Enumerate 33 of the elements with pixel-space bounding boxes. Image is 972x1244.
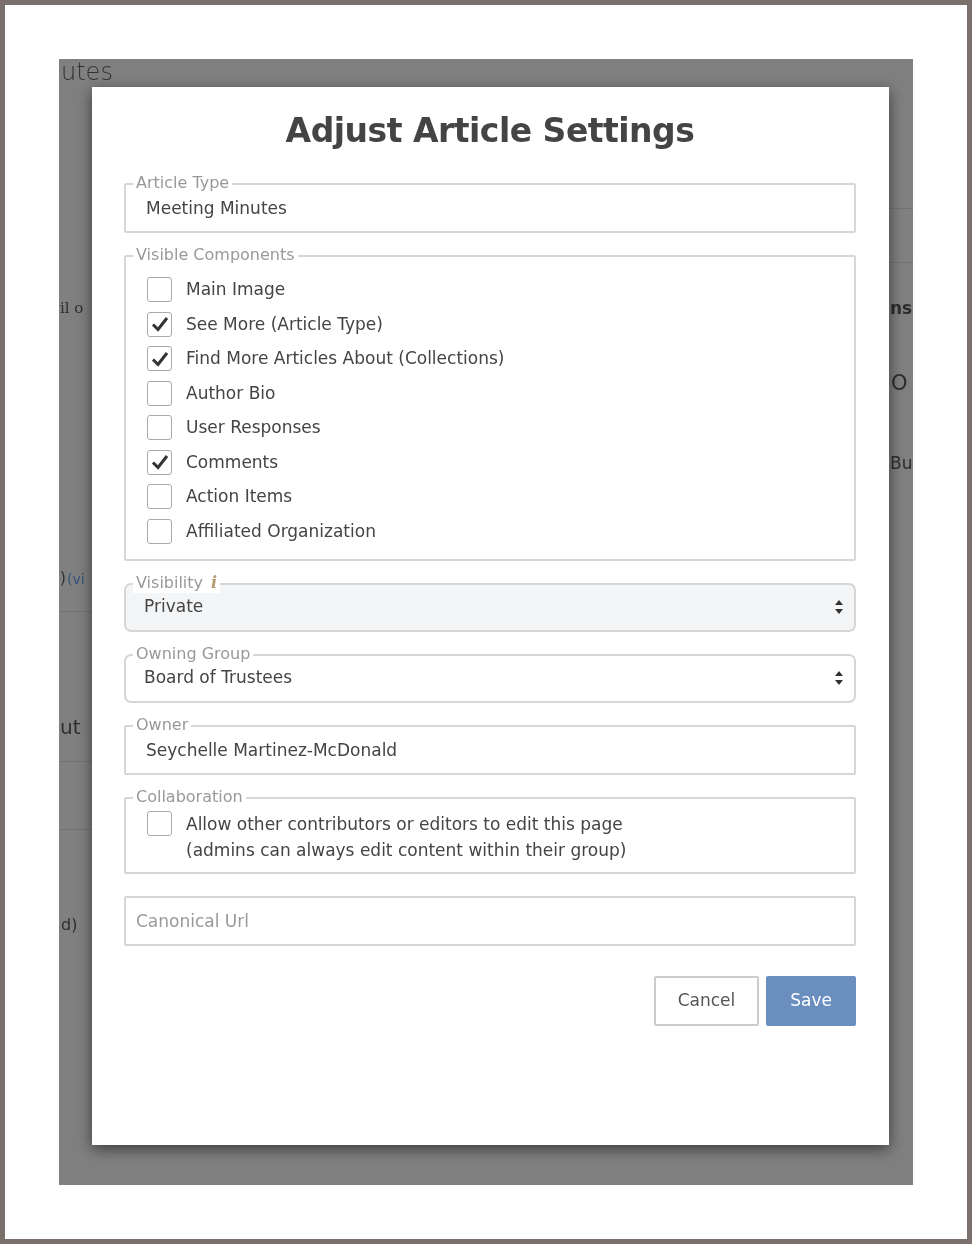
checkbox-label: User Responses xyxy=(186,416,321,440)
checkbox-label: See More (Article Type) xyxy=(186,312,383,336)
canonical-url-field[interactable]: Canonical Url xyxy=(124,895,856,946)
checkbox-label: Comments xyxy=(186,450,279,474)
checkbox[interactable] xyxy=(147,449,172,475)
checkbox-label: Action Items xyxy=(186,485,293,509)
checkbox[interactable] xyxy=(147,810,172,836)
background-page-title: utes xyxy=(61,59,113,86)
checkbox-label: Affiliated Organization xyxy=(186,519,376,543)
cancel-button[interactable]: Cancel xyxy=(653,975,760,1026)
background-text: Bu xyxy=(890,455,913,472)
checkbox[interactable] xyxy=(147,346,172,372)
background-text: d) xyxy=(61,917,78,933)
checkbox-label: Allow other contributors or editors to edit this page xyxy=(186,812,624,836)
field-label: Visibility i xyxy=(133,572,221,593)
checkbox-label: Main Image xyxy=(186,278,286,302)
checkbox[interactable] xyxy=(147,484,172,510)
checkbox[interactable] xyxy=(147,380,172,406)
background-text: O xyxy=(891,373,908,394)
checkbox[interactable] xyxy=(147,415,172,441)
background-text: ut xyxy=(60,717,81,737)
checkbox[interactable] xyxy=(147,277,172,303)
checkbox-label: Author Bio xyxy=(186,381,276,405)
background-text: il o xyxy=(60,301,84,316)
checkbox[interactable] xyxy=(147,311,172,337)
caret-icon xyxy=(834,670,844,687)
checkbox-label: Find More Articles About (Collections) xyxy=(186,347,505,371)
background-text: ) xyxy=(60,571,66,586)
checkbox-label: (admins can always edit content within their group) xyxy=(186,838,627,862)
background-text: ns xyxy=(890,300,913,317)
dialog-title: Adjust Article Settings xyxy=(284,111,696,151)
caret-icon xyxy=(834,599,844,616)
checkbox[interactable] xyxy=(147,518,172,544)
